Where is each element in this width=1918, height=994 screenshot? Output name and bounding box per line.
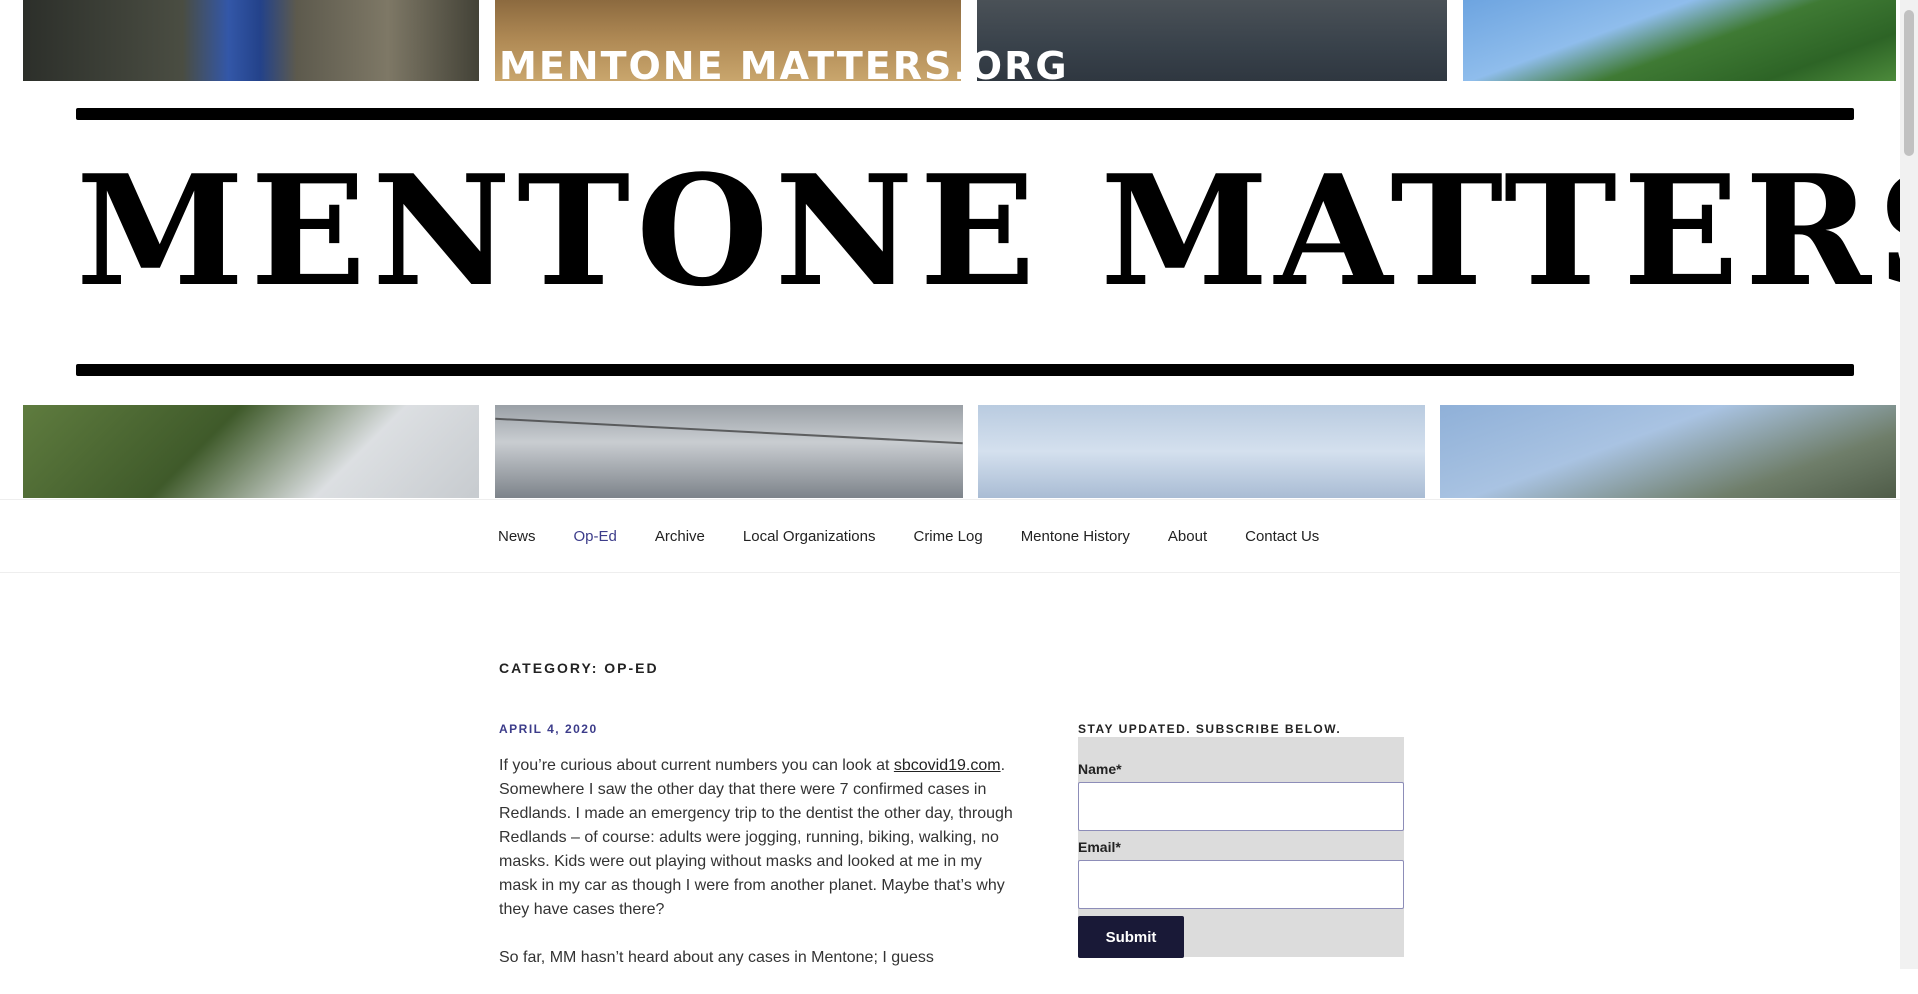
name-input[interactable] [1078,782,1404,831]
nav-item-news[interactable]: News [498,528,536,545]
masthead-logo: MENTONE MATTERS [76,108,1900,378]
post-content: If you’re curious about current numbers … [499,754,1019,994]
subscribe-form: Name* Email* Submit [1078,737,1404,958]
logo-text: MENTONE MATTERS [76,141,1900,320]
sbcovid19-link[interactable]: sbcovid19.com [894,757,1001,774]
page-scrollbar[interactable] [1900,0,1918,969]
header-photo [495,405,963,498]
post-paragraph: So far, MM hasn’t heard about any cases … [499,949,934,966]
scrollbar-thumb[interactable] [1904,10,1914,156]
header-photo [23,0,479,81]
post-text: . Somewhere I saw the other day that the… [499,757,1013,918]
nav-item-mentone-history[interactable]: Mentone History [1021,528,1130,545]
nav-item-contact-us[interactable]: Contact Us [1245,528,1319,545]
nav-item-crime-log[interactable]: Crime Log [913,528,982,545]
header-photo [1440,405,1896,498]
site-title[interactable]: MENTONE MATTERS.ORG [499,44,1069,88]
header-photo [23,405,479,498]
header-photo [978,405,1425,498]
nav-item-about[interactable]: About [1168,528,1207,545]
site-header: MENTONE MATTERS.ORG By And For Mentonite… [0,0,1900,498]
name-label: Name* [1078,761,1122,777]
logo-rule-bottom [76,364,1854,376]
post-text: If you’re curious about current numbers … [499,757,894,774]
header-photo [1463,0,1896,81]
post-paragraph: If you’re curious about current numbers … [499,754,1019,922]
post-date[interactable]: APRIL 4, 2020 [499,722,598,736]
email-label: Email* [1078,839,1121,855]
main-navigation: News Op-Ed Archive Local Organizations C… [0,499,1900,573]
submit-button[interactable]: Submit [1078,916,1184,958]
nav-item-archive[interactable]: Archive [655,528,705,545]
nav-item-op-ed[interactable]: Op-Ed [574,528,617,545]
logo-rule-top [76,108,1854,120]
category-title: CATEGORY: OP-ED [499,660,659,676]
nav-item-local-organizations[interactable]: Local Organizations [743,528,876,545]
subscribe-widget-title: STAY UPDATED. SUBSCRIBE BELOW. [1078,722,1342,736]
email-input[interactable] [1078,860,1404,909]
